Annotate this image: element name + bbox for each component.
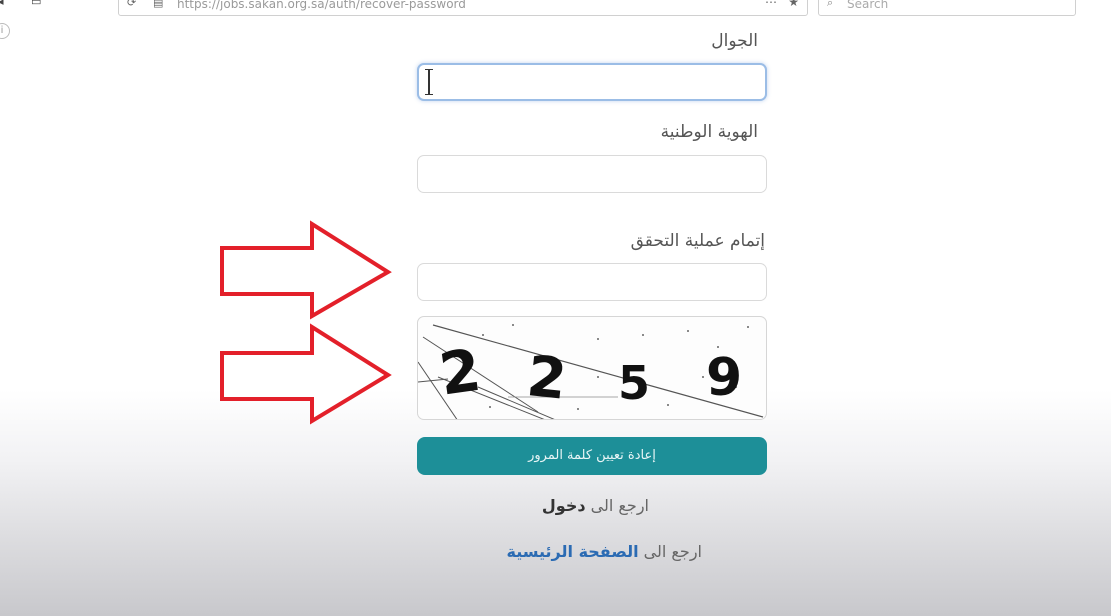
captcha-digit: 2 [524,344,570,413]
search-placeholder: Search [847,0,889,11]
reload-icon[interactable]: ⟳ [127,0,136,9]
national-id-label: الهوية الوطنية [660,122,758,142]
url-text[interactable]: https://jobs.sakan.org.sa/auth/recover-p… [177,0,466,11]
back-icon[interactable]: ◂ [0,0,8,8]
captcha-image: 2 2 5 9 [417,316,767,420]
national-id-input[interactable] [417,155,767,193]
bookmark-icon[interactable]: ★ [788,0,799,9]
reset-password-button[interactable]: إعادة تعيين كلمة المرور [417,437,767,475]
annotation-arrow-icon [220,323,392,425]
info-icon[interactable]: i [0,23,10,39]
mobile-input[interactable] [417,63,767,101]
tab-icon[interactable]: ▭ [31,0,41,8]
captcha-digit: 9 [706,348,742,408]
text-caret [425,69,433,95]
home-link[interactable]: الصفحة الرئيسية [507,542,639,561]
address-bar[interactable]: ⟳ ▤ https://jobs.sakan.org.sa/auth/recov… [118,0,808,16]
verification-input[interactable] [417,263,767,301]
login-link[interactable]: دخول [542,496,586,515]
page-icon: ▤ [153,0,164,9]
annotation-arrow-icon [220,220,392,320]
captcha-digit: 5 [618,356,650,410]
search-icon: ⌕ [827,0,834,9]
browser-chrome: ◂ ▭ ⟳ ▤ https://jobs.sakan.org.sa/auth/r… [0,0,1111,16]
back-to-login: ارجع الى دخول [542,496,649,515]
options-icon[interactable]: ⋯ [765,0,777,9]
mobile-label: الجوال [711,31,758,51]
home-prefix: ارجع الى [643,542,702,561]
back-to-home: ارجع الى الصفحة الرئيسية [507,542,703,561]
verification-label: إتمام عملية التحقق [630,231,765,251]
login-prefix: ارجع الى [590,496,649,515]
captcha-digit: 2 [435,336,484,409]
search-bar[interactable]: ⌕ Search [818,0,1076,16]
